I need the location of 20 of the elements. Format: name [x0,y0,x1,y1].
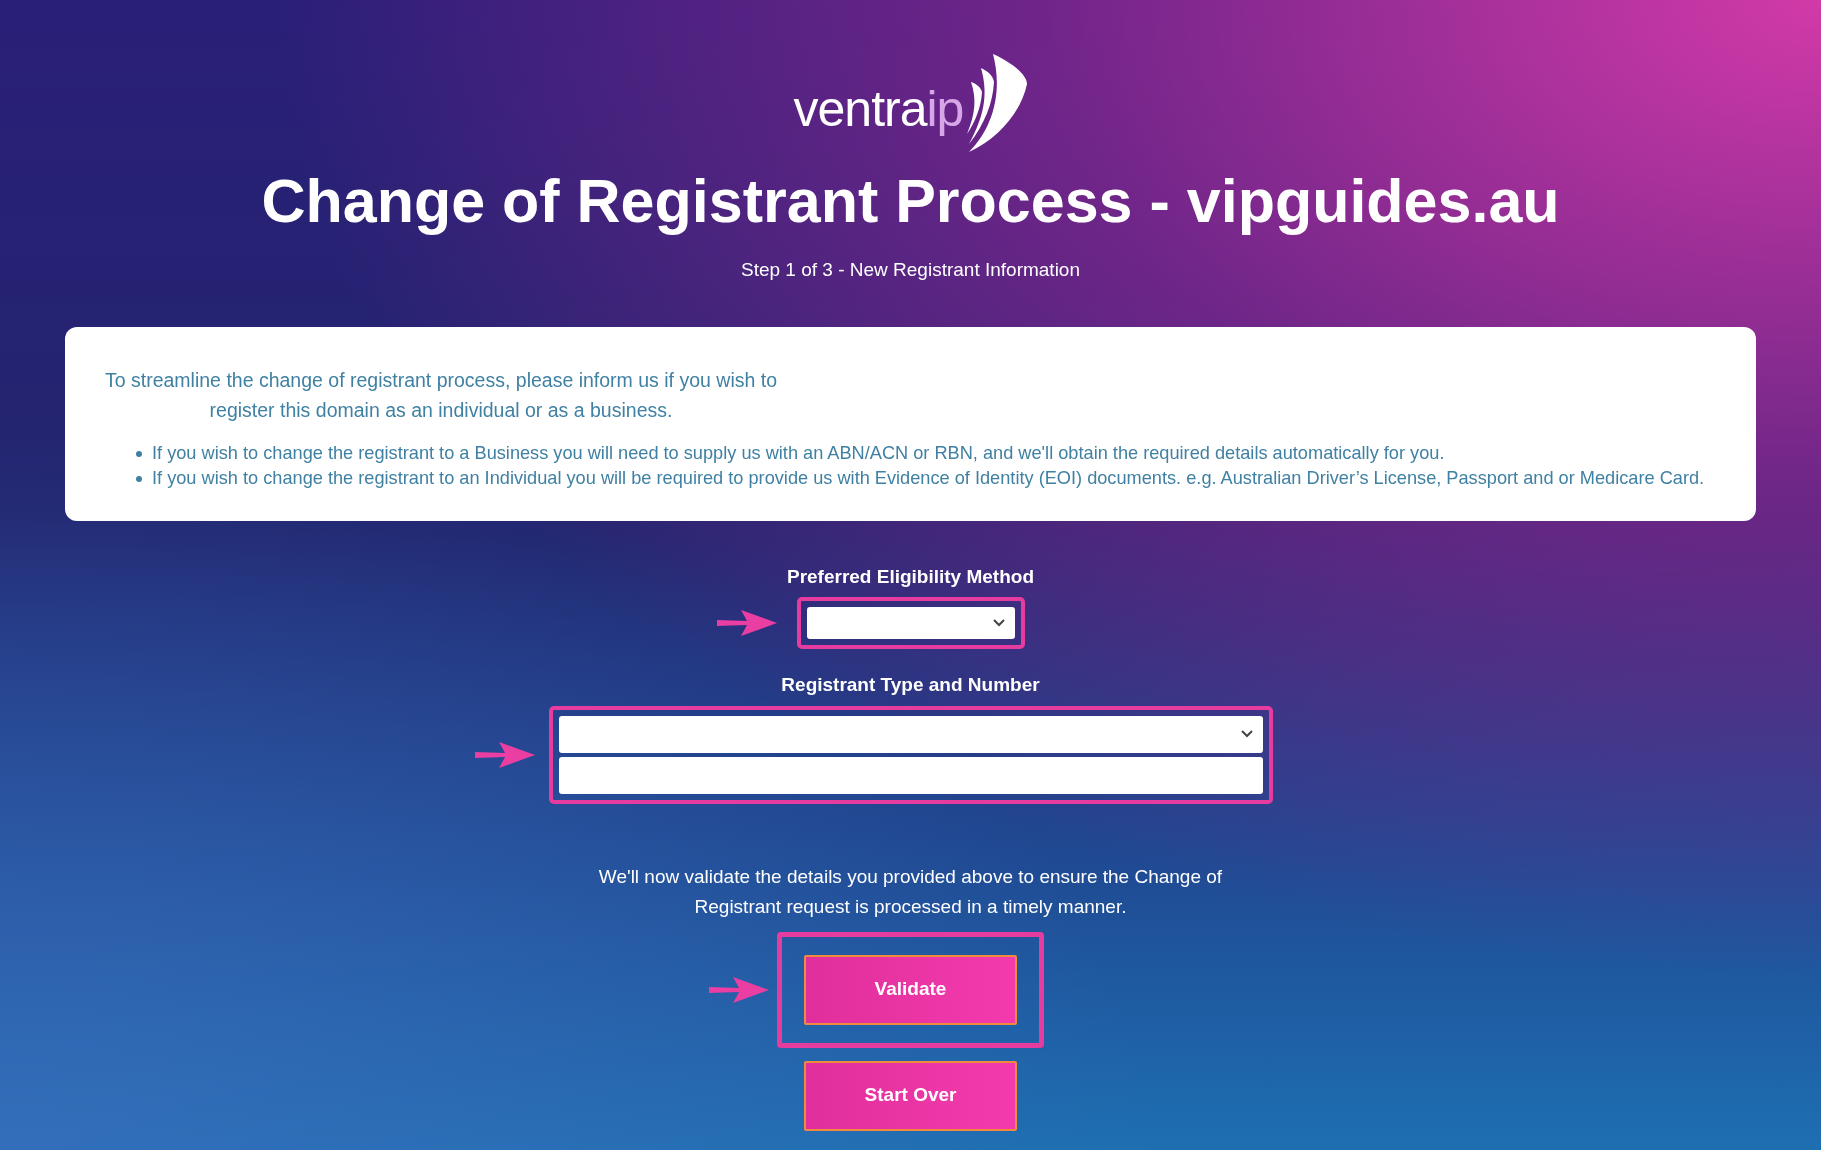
pointer-arrow-icon [709,974,769,1005]
page-title: Change of Registrant Process - vipguides.au [261,166,1560,236]
bullet-icon [136,475,142,482]
action-button[interactable]: Start Over [804,1060,1017,1131]
bullet-text: If you wish to change the registrant to a Business you will need to supply us with an ABN/ACN or RBN, and we'll obtain the required details automatically for you. [152,441,1445,465]
chevron-down-icon [1240,730,1253,738]
bullet-text: If you wish to change the registrant to an Individual you will be required to provide us with Evidence of Identity (EOI) documents. e.g. Australian Driver’s License, Passport and or Medicare Card. [152,466,1705,490]
step-indicator: Step 1 of 3 - New Registrant Information [741,258,1080,282]
validation-note: We'll now validate the details you provided above to ensure the Change of Registrant request is processed in a timely manner. [597,864,1224,919]
action-button[interactable]: Validate [804,954,1017,1025]
pointer-arrow-icon [716,608,777,638]
pointer-arrow-icon [474,739,535,770]
input-field[interactable] [558,756,1263,794]
intro-text: To streamline the change of registrant process, please inform us if you wish to register this domain as an individual or as a business. [104,367,778,423]
logo-wordmark: ventraip [793,84,964,134]
field-label: Registrant Type and Number [781,673,1040,697]
chevron-down-icon [992,619,1005,627]
field-label: Preferred Eligibility Method [786,564,1034,589]
bullet-icon [136,450,142,457]
select-dropdown[interactable] [558,715,1263,753]
